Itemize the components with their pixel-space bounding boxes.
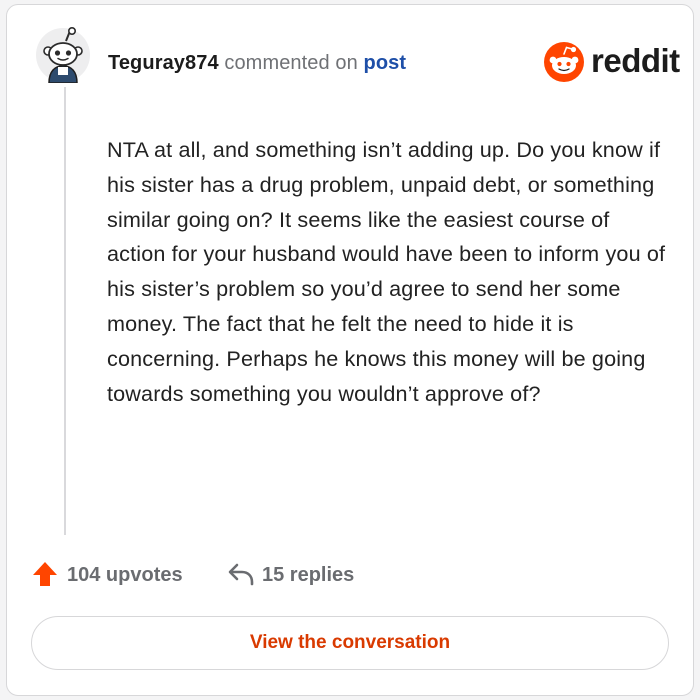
- thread-line: [64, 87, 66, 535]
- upvote-count: 104 upvotes: [67, 564, 183, 586]
- comment-card: Teguray874 commented on post reddit NTA …: [6, 4, 694, 696]
- snoo-avatar-icon: [36, 26, 90, 84]
- comment-stats: 104 upvotes 15 replies: [31, 560, 431, 590]
- reddit-snoo-icon: [544, 42, 584, 82]
- reddit-brand[interactable]: reddit: [543, 41, 680, 85]
- reply-count[interactable]: 15 replies: [262, 562, 354, 588]
- comment-header: Teguray874 commented on post: [108, 50, 406, 76]
- username[interactable]: Teguray874: [108, 52, 219, 74]
- view-conversation-button[interactable]: View the conversation: [31, 616, 669, 670]
- reddit-wordmark: reddit: [591, 42, 680, 79]
- comment-body: NTA at all, and something isn’t adding u…: [107, 137, 666, 406]
- post-link[interactable]: post: [364, 52, 407, 74]
- action-text: commented on: [224, 52, 358, 74]
- upvote-arrow-icon[interactable]: [31, 560, 59, 588]
- user-avatar[interactable]: [35, 26, 91, 84]
- reply-arrow-icon[interactable]: [227, 561, 255, 587]
